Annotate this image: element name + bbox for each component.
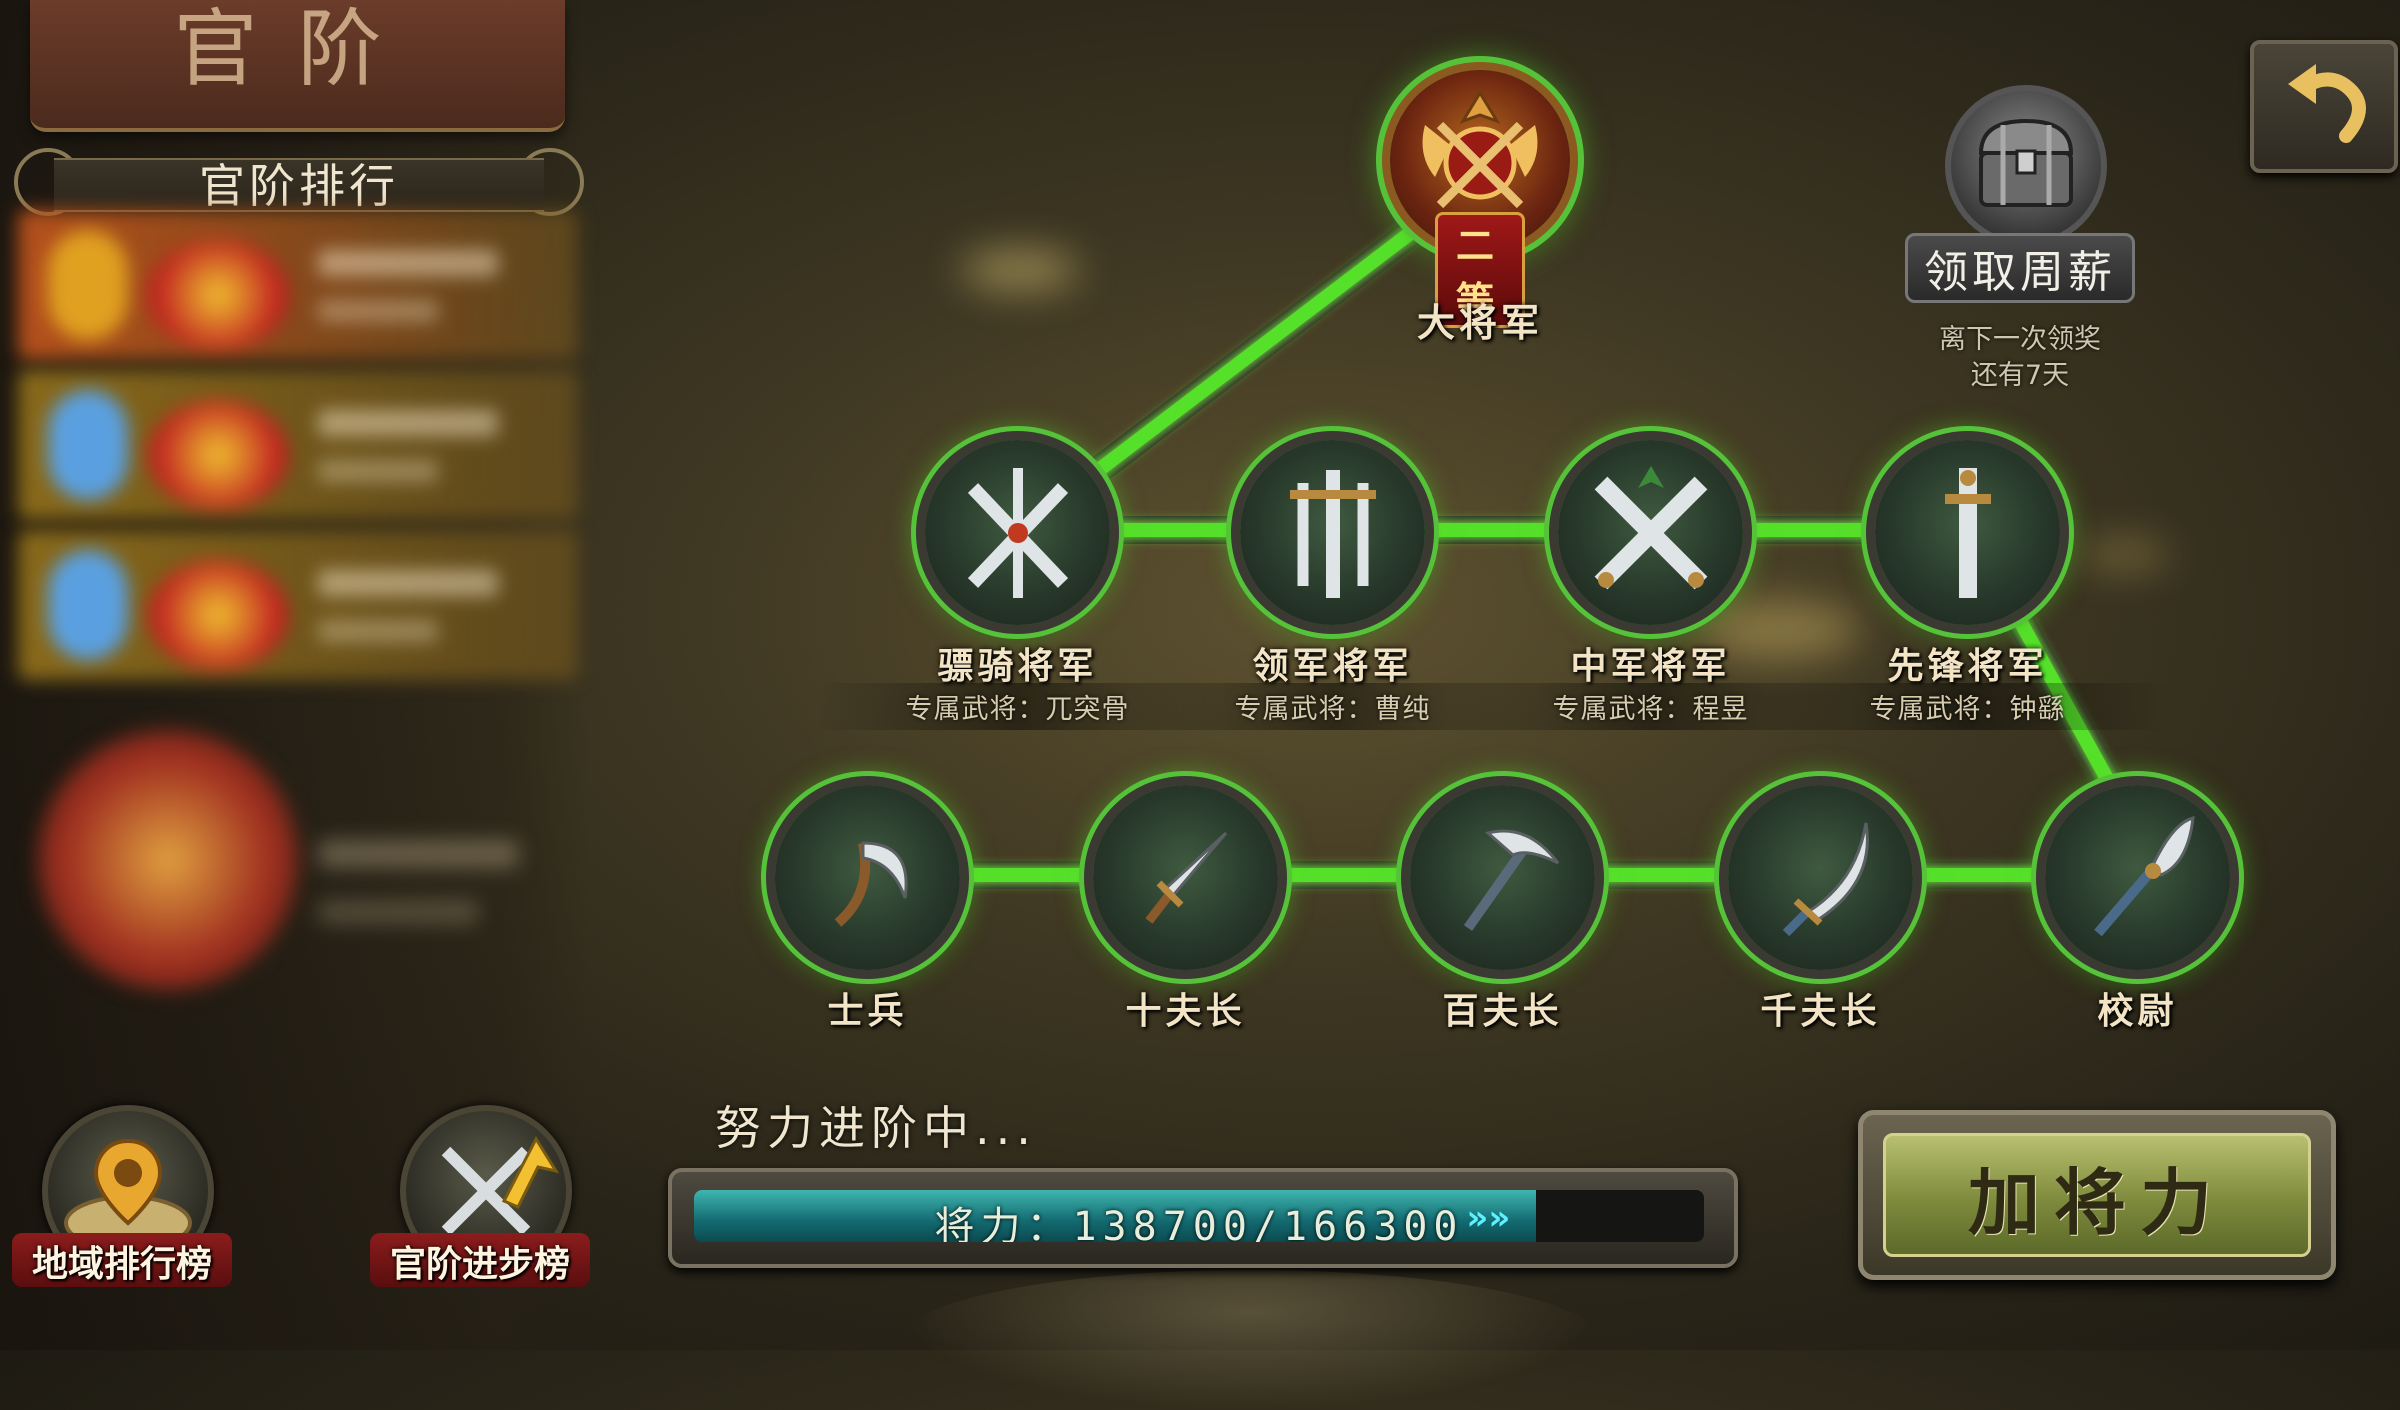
rank-name: 中军将军 — [1570, 645, 1731, 687]
sickle-icon — [834, 840, 908, 927]
rank-node[interactable]: 十夫长 — [1093, 785, 1278, 1032]
progress-value-text: 将力：138700/166300 — [934, 1204, 1464, 1242]
scimitar-icon — [1782, 822, 1869, 936]
rank-name: 千夫长 — [1760, 990, 1881, 1032]
rank-exclusive-general: 专属武将：钟繇 — [1765, 683, 2170, 730]
rank-node[interactable]: 中军将军 专属武将：程昱 — [1448, 440, 1853, 730]
rank-node-dajiangjun[interactable]: 二等 大将军 — [1390, 70, 1570, 345]
back-button[interactable] — [2250, 40, 2398, 173]
rank-node[interactable]: 领军将军 专属武将：曹纯 — [1130, 440, 1535, 730]
rank-name: 士兵 — [827, 990, 908, 1032]
rank-name: 校尉 — [2097, 990, 2178, 1032]
rank-node[interactable]: 先锋将军 专属武将：钟繇 — [1765, 440, 2170, 730]
rank-name: 先锋将军 — [1887, 645, 2048, 687]
treasure-chest-icon — [1978, 118, 2074, 207]
rank-node[interactable]: 千夫长 — [1728, 785, 1913, 1032]
add-power-label: 加将力 — [1967, 1160, 2226, 1245]
rank-name: 骠骑将军 — [937, 645, 1098, 687]
glaive-icon — [2093, 815, 2195, 936]
rank-name: 百夫长 — [1442, 990, 1563, 1032]
weekly-salary-label: 领取周薪 — [1905, 233, 2135, 303]
rank-name: 十夫长 — [1125, 990, 1246, 1032]
crossed-swords-icon — [967, 467, 1068, 598]
power-progress-bar: »» 将力：138700/166300 — [668, 1168, 1738, 1268]
progress-status-label: 努力进阶中... — [715, 1101, 1037, 1155]
rank-name: 大将军 — [1416, 300, 1543, 345]
rank-node[interactable]: 骠骑将军 专属武将：兀突骨 — [815, 440, 1220, 730]
single-sword-icon — [1944, 467, 1991, 598]
pickaxe-icon — [1463, 829, 1559, 931]
rank-node[interactable]: 百夫长 — [1410, 785, 1595, 1032]
dagger-icon — [1144, 831, 1227, 924]
triple-swords-icon — [1289, 469, 1376, 598]
rank-node[interactable]: 士兵 — [775, 785, 960, 1032]
add-power-button[interactable]: 加将力 — [1858, 1110, 2336, 1280]
rank-name: 领军将军 — [1252, 645, 1413, 687]
weekly-salary-button[interactable]: 领取周薪 — [1905, 85, 2135, 303]
x-swords-icon — [1594, 465, 1707, 589]
return-arrow-icon — [2288, 64, 2366, 143]
rank-node[interactable]: 校尉 — [2045, 785, 2230, 1032]
weekly-countdown-note: 离下一次领奖 还有7天 — [1939, 324, 2101, 391]
